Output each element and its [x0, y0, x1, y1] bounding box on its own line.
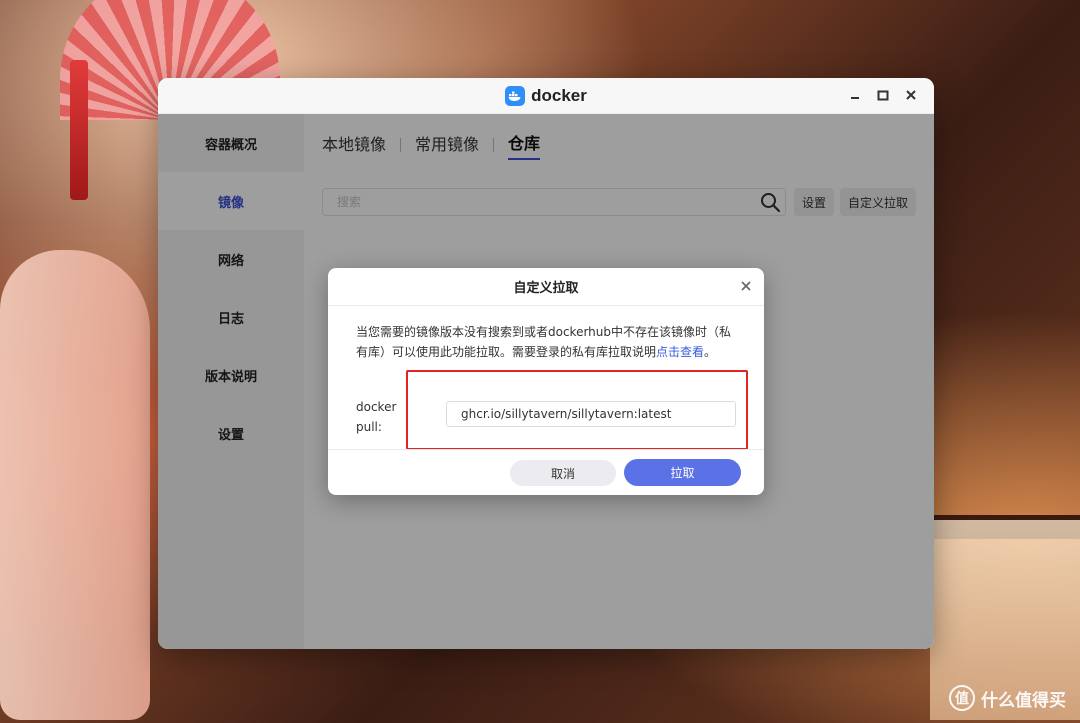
dialog-header: 自定义拉取 — [328, 268, 764, 306]
pull-button[interactable]: 拉取 — [624, 459, 741, 486]
dialog-description-end: 。 — [704, 345, 717, 359]
watermark: 值 什么值得买 — [949, 685, 1066, 711]
watermark-logo-icon: 值 — [949, 685, 975, 711]
window-title: docker — [531, 85, 587, 105]
resize-grip[interactable] — [920, 635, 930, 645]
maximize-icon[interactable] — [874, 86, 892, 104]
docker-pull-label: docker pull: — [356, 400, 397, 434]
window-titlebar[interactable]: docker — [158, 78, 934, 114]
dialog-close-icon[interactable] — [738, 278, 754, 294]
minimize-icon[interactable] — [846, 86, 864, 104]
docker-whale-icon — [505, 85, 526, 106]
dialog-description: 当您需要的镜像版本没有搜索到或者dockerhub中不存在该镜像时（私有库）可以… — [356, 322, 740, 362]
dialog-divider — [328, 449, 764, 450]
view-instructions-link[interactable]: 点击查看 — [656, 345, 704, 359]
wallpaper-figure — [0, 250, 150, 720]
dialog-title: 自定义拉取 — [513, 281, 579, 296]
cancel-button[interactable]: 取消 — [510, 460, 616, 486]
watermark-text: 什么值得买 — [981, 690, 1066, 711]
custom-pull-dialog: 自定义拉取 当您需要的镜像版本没有搜索到或者dockerhub中不存在该镜像时（… — [328, 268, 764, 495]
close-icon[interactable] — [902, 86, 920, 104]
window-controls — [846, 86, 920, 104]
docker-pull-input[interactable] — [446, 401, 736, 427]
wallpaper-tassel — [70, 60, 88, 200]
